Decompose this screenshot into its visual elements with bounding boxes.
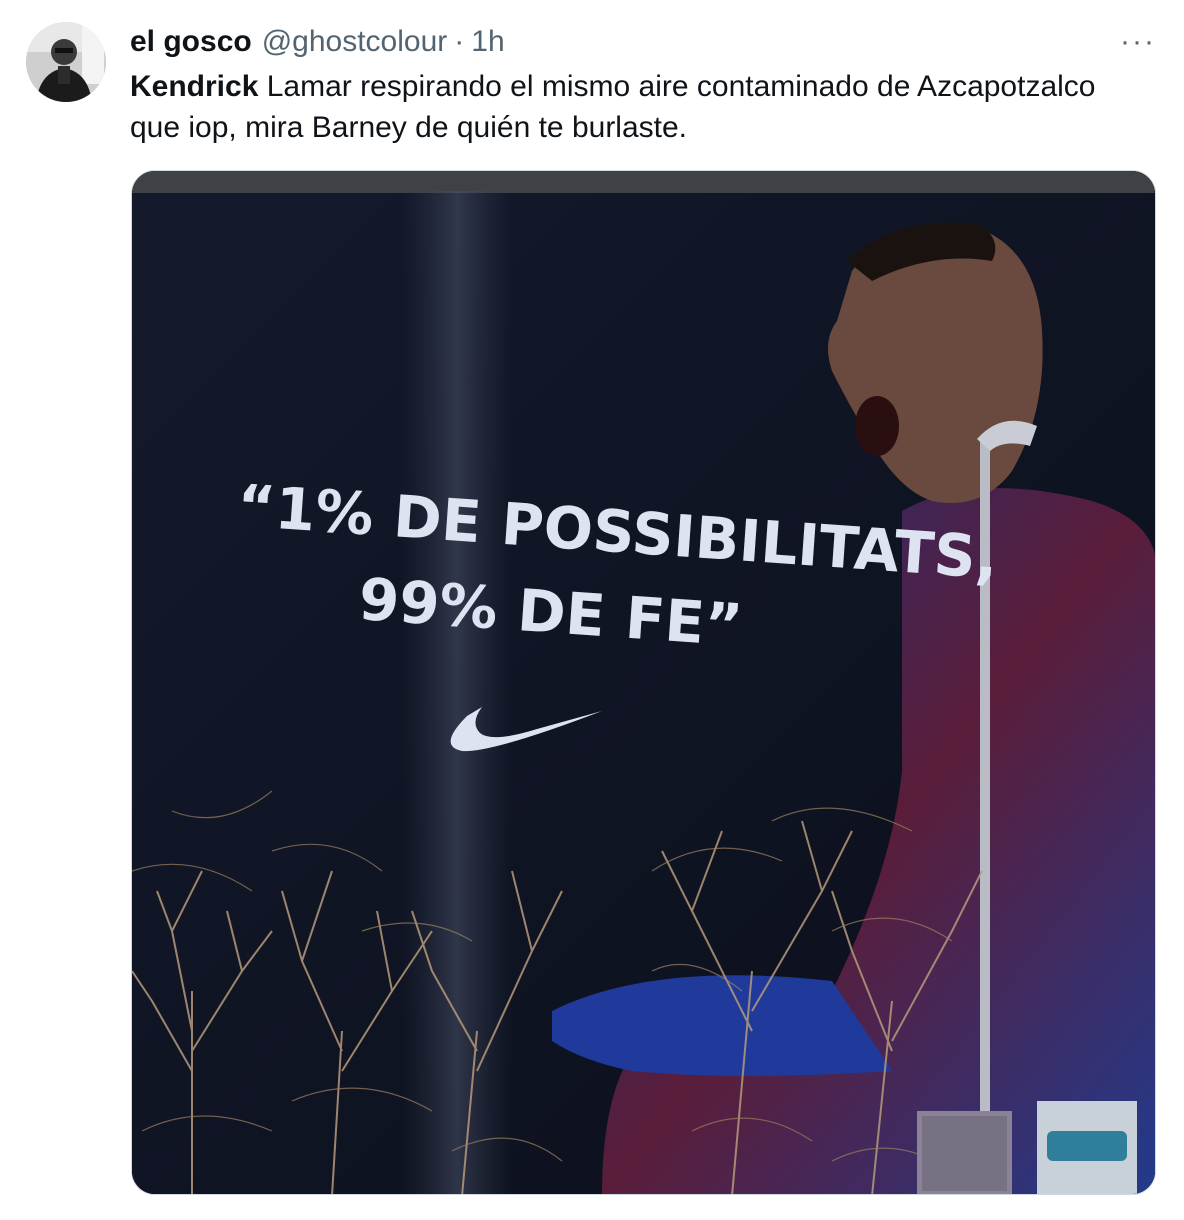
tweet-text-body: Lamar respirando el mismo aire contamina… xyxy=(130,70,1096,144)
billboard-photo: “1% DE POSSIBILITATS, 99% DE FE” xyxy=(132,171,1155,1194)
header-separator: · xyxy=(454,25,465,58)
tweet-header: el gosco @ghostcolour · 1h xyxy=(130,22,505,62)
avatar[interactable] xyxy=(26,22,106,102)
display-name[interactable]: el gosco xyxy=(130,25,252,59)
tweet[interactable]: el gosco @ghostcolour · 1h ··· Kendrick … xyxy=(0,0,1184,1220)
timestamp[interactable]: 1h xyxy=(471,25,504,59)
more-options-button[interactable]: ··· xyxy=(1118,25,1158,58)
tweet-text: Kendrick Lamar respirando el mismo aire … xyxy=(130,66,1150,148)
tweet-text-bold: Kendrick xyxy=(130,70,259,103)
user-handle[interactable]: @ghostcolour xyxy=(262,25,448,59)
tweet-media-image[interactable]: “1% DE POSSIBILITATS, 99% DE FE” xyxy=(131,170,1156,1195)
more-horizontal-icon: ··· xyxy=(1120,25,1156,58)
